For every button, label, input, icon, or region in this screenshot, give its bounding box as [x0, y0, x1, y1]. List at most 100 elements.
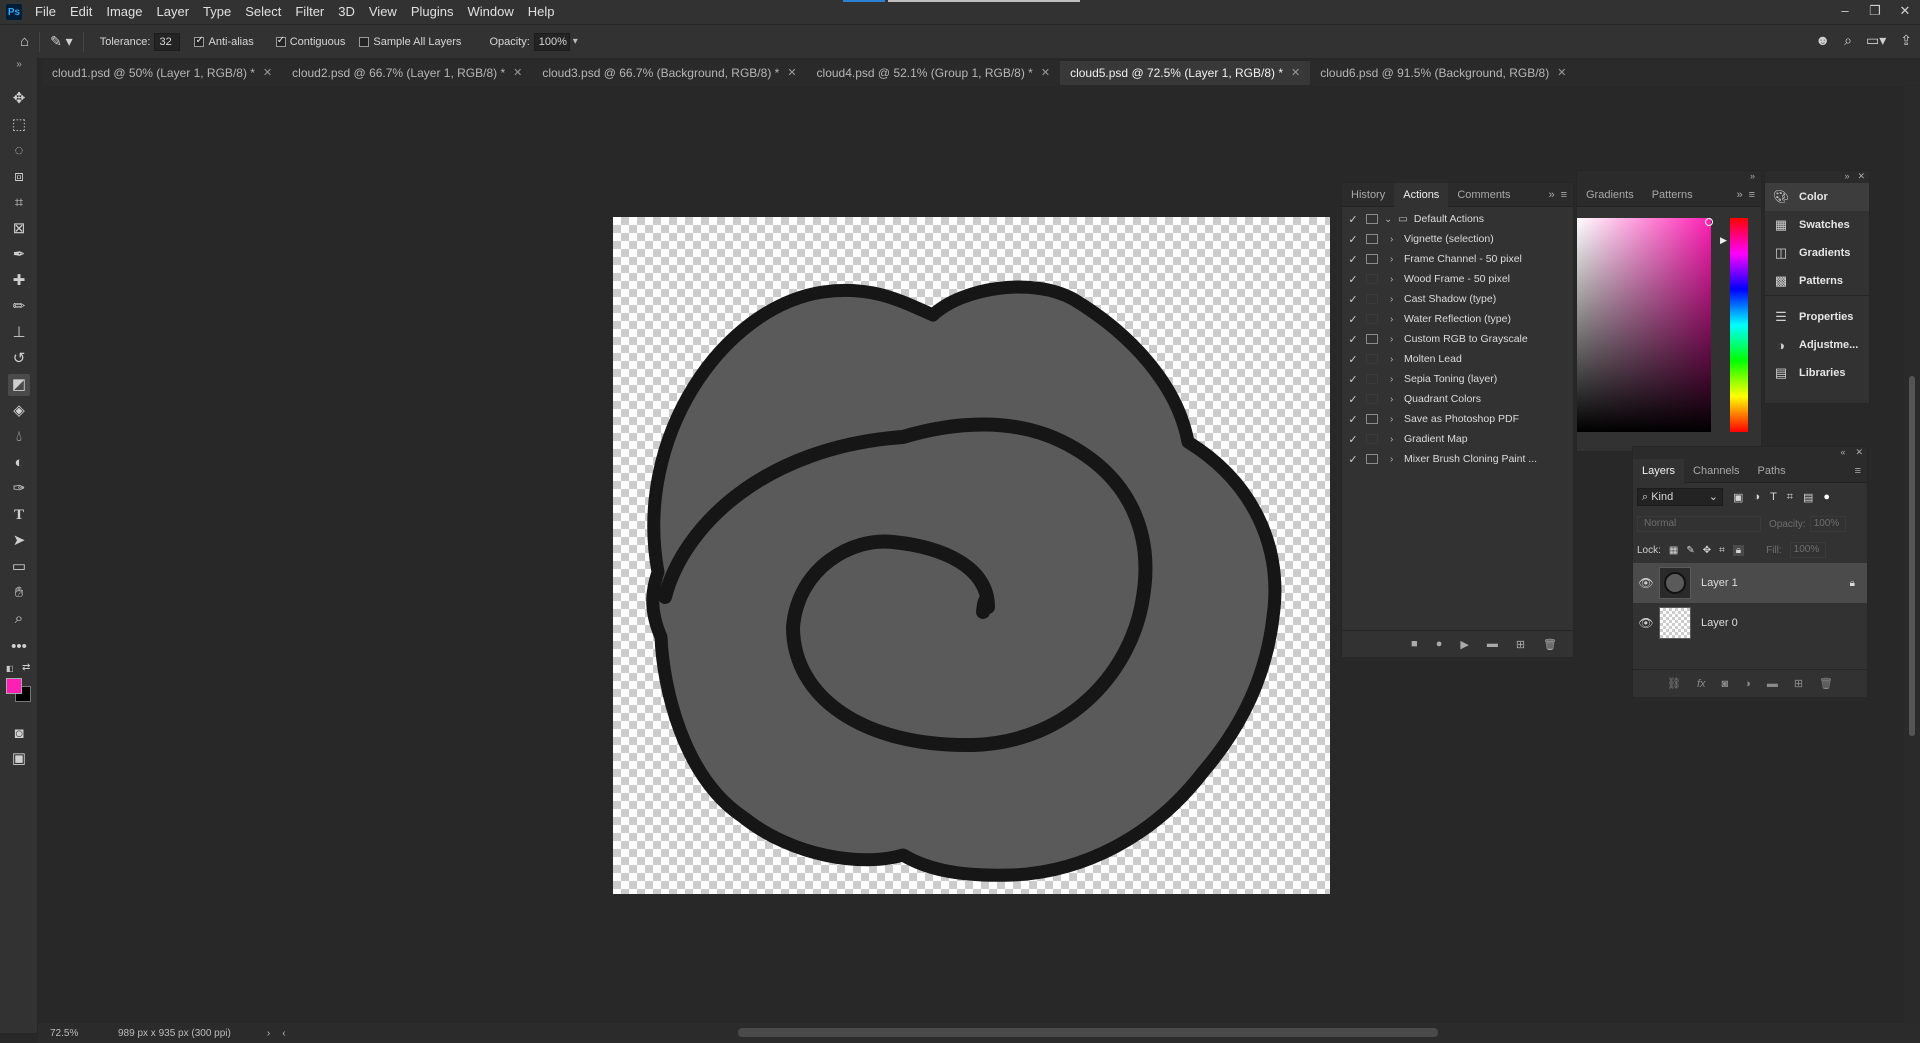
dialog-toggle-icon[interactable]: [1366, 334, 1378, 344]
chevron-right-icon[interactable]: ›: [1390, 374, 1404, 385]
more-tools-icon[interactable]: •••: [8, 636, 30, 658]
dialog-toggle-icon[interactable]: [1366, 394, 1378, 404]
dock-item-patterns[interactable]: ▩ Patterns: [1765, 267, 1869, 295]
contiguous-checkbox[interactable]: Contiguous: [275, 35, 345, 48]
pixel-filter-icon[interactable]: ▣: [1733, 491, 1743, 504]
menu-plugins[interactable]: Plugins: [404, 0, 461, 24]
action-row[interactable]: ✓ › Frame Channel - 50 pixel: [1342, 249, 1573, 269]
document-tab[interactable]: cloud3.psd @ 66.7% (Background, RGB/8) *…: [532, 61, 806, 85]
eraser-tool-icon[interactable]: ◩: [8, 374, 30, 396]
type-tool-icon[interactable]: T: [8, 504, 30, 526]
lock-artboard-icon[interactable]: ⌗: [1719, 545, 1725, 556]
action-row[interactable]: ✓ › Molten Lead: [1342, 349, 1573, 369]
chevron-right-icon[interactable]: ›: [1390, 294, 1404, 305]
layer-row-selected[interactable]: 👁︎ Layer 1 🔒︎: [1633, 563, 1867, 603]
action-row[interactable]: ✓ › Custom RGB to Grayscale: [1342, 329, 1573, 349]
dodge-tool-icon[interactable]: ◐: [8, 452, 30, 474]
opacity-dropdown-icon[interactable]: ▾: [573, 36, 578, 47]
dialog-toggle-icon[interactable]: [1366, 374, 1378, 384]
sample-all-layers-checkbox[interactable]: Sample All Layers: [359, 36, 461, 48]
action-row[interactable]: ✓ › Mixer Brush Cloning Paint ...: [1342, 449, 1573, 469]
home-icon[interactable]: ⌂: [20, 33, 29, 50]
share-user-icon[interactable]: ☻: [1815, 32, 1830, 49]
layer-name[interactable]: Layer 0: [1701, 617, 1738, 629]
visibility-eye-icon[interactable]: 👁︎: [1633, 576, 1659, 590]
action-row[interactable]: ✓ › Save as Photoshop PDF: [1342, 409, 1573, 429]
tab-actions[interactable]: Actions: [1394, 182, 1449, 207]
visibility-eye-icon[interactable]: 👁︎: [1633, 616, 1659, 630]
document-canvas[interactable]: [613, 217, 1330, 894]
delete-icon[interactable]: 🗑︎: [1543, 638, 1557, 651]
zoom-tool-icon[interactable]: ⌕: [8, 608, 30, 630]
color-picker-cursor[interactable]: [1705, 218, 1713, 226]
stop-icon[interactable]: ■: [1411, 638, 1418, 650]
expand-panel-icon[interactable]: »: [1548, 189, 1554, 201]
check-icon[interactable]: ✓: [1342, 233, 1364, 246]
collapse-icon[interactable]: «: [1840, 447, 1845, 459]
new-layer-icon[interactable]: ⊞: [1794, 677, 1803, 690]
layer-name[interactable]: Layer 1: [1701, 577, 1738, 589]
menu-help[interactable]: Help: [521, 0, 562, 24]
close-icon[interactable]: ✕: [1890, 0, 1920, 24]
panel-menu-icon[interactable]: ≡: [1855, 465, 1861, 477]
layer-opacity-input[interactable]: 100%: [1809, 516, 1846, 532]
tab-gradients[interactable]: Gradients: [1577, 183, 1643, 207]
dock-item-adjustments[interactable]: ◑ Adjustme...: [1765, 331, 1869, 359]
hue-slider-handle-icon[interactable]: ▶: [1720, 235, 1727, 246]
dialog-toggle-icon[interactable]: [1366, 214, 1378, 224]
panel-collapse-icon[interactable]: »: [1577, 171, 1761, 183]
dialog-toggle-icon[interactable]: [1366, 254, 1378, 264]
check-icon[interactable]: ✓: [1342, 393, 1364, 406]
chevron-right-icon[interactable]: ›: [1390, 434, 1404, 445]
check-icon[interactable]: ✓: [1342, 373, 1364, 386]
document-tab[interactable]: cloud1.psd @ 50% (Layer 1, RGB/8) * ✕: [42, 61, 282, 85]
dock-item-gradients[interactable]: ◫ Gradients: [1765, 239, 1869, 267]
collapse-icon[interactable]: »: [1844, 171, 1849, 183]
color-field[interactable]: [1577, 218, 1711, 432]
fx-icon[interactable]: fx: [1697, 678, 1706, 690]
dock-item-swatches[interactable]: ▦ Swatches: [1765, 211, 1869, 239]
blur-tool-icon[interactable]: 💧︎: [8, 426, 30, 448]
document-tab[interactable]: cloud4.psd @ 52.1% (Group 1, RGB/8) * ✕: [807, 61, 1061, 85]
healing-brush-tool-icon[interactable]: ✚: [8, 270, 30, 292]
menu-view[interactable]: View: [362, 0, 404, 24]
default-colors-icon[interactable]: ◧: [6, 664, 16, 673]
check-icon[interactable]: ✓: [1342, 253, 1364, 266]
chevron-right-icon[interactable]: ›: [1390, 394, 1404, 405]
layer-filter-dropdown[interactable]: ⌕ Kind ⌄: [1637, 488, 1723, 506]
dialog-toggle-icon[interactable]: [1366, 414, 1378, 424]
action-row[interactable]: ✓ › Quadrant Colors: [1342, 389, 1573, 409]
opacity-input[interactable]: 100%: [533, 32, 570, 51]
zoom-level[interactable]: 72.5%: [50, 1028, 110, 1039]
layer-row[interactable]: 👁︎ Layer 0: [1633, 603, 1867, 643]
marquee-tool-icon[interactable]: ⬚: [8, 114, 30, 136]
path-selection-tool-icon[interactable]: ➤: [8, 530, 30, 552]
tab-comments[interactable]: Comments: [1448, 183, 1519, 207]
lock-pixels-icon[interactable]: ✎: [1686, 545, 1694, 556]
document-tab[interactable]: cloud6.psd @ 91.5% (Background, RGB/8) ✕: [1310, 61, 1576, 85]
share-icon[interactable]: ⇪: [1900, 32, 1912, 49]
menu-window[interactable]: Window: [460, 0, 520, 24]
tab-paths[interactable]: Paths: [1749, 459, 1795, 483]
lock-position-icon[interactable]: ✥: [1703, 545, 1711, 556]
scroll-left-icon[interactable]: ‹: [282, 1028, 285, 1039]
tab-channels[interactable]: Channels: [1684, 459, 1748, 483]
link-layers-icon[interactable]: ⛓︎: [1667, 677, 1681, 690]
dialog-toggle-icon[interactable]: [1366, 314, 1378, 324]
lock-all-icon[interactable]: 🔒︎: [1732, 544, 1745, 556]
blend-mode-dropdown[interactable]: Normal: [1637, 516, 1761, 532]
check-icon[interactable]: ✓: [1342, 413, 1364, 426]
menu-image[interactable]: Image: [99, 0, 149, 24]
close-icon[interactable]: ✕: [1855, 447, 1863, 459]
delete-layer-icon[interactable]: 🗑︎: [1819, 677, 1833, 690]
tab-history[interactable]: History: [1342, 183, 1394, 207]
lasso-tool-icon[interactable]: ◌: [8, 140, 30, 162]
new-action-icon[interactable]: ⊞: [1516, 638, 1525, 651]
dialog-toggle-icon[interactable]: [1366, 274, 1378, 284]
new-set-folder-icon[interactable]: ▬: [1487, 638, 1498, 650]
quick-mask-icon[interactable]: ◙: [8, 723, 30, 745]
adjustment-layer-icon[interactable]: ◑: [1744, 678, 1751, 690]
tolerance-input[interactable]: 32: [154, 32, 181, 51]
collapse-toolbar-icon[interactable]: »: [8, 60, 30, 70]
action-row[interactable]: ✓ › Sepia Toning (layer): [1342, 369, 1573, 389]
